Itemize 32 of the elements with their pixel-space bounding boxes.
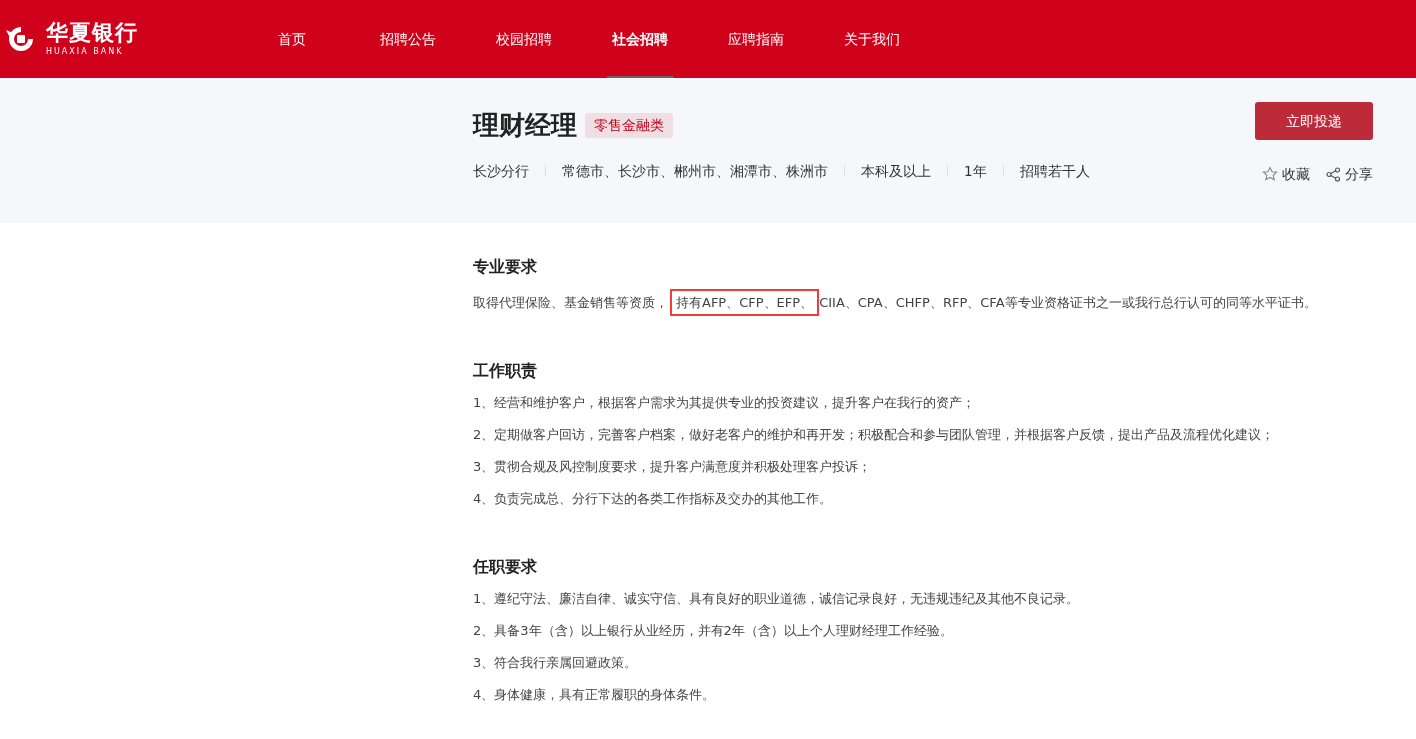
list-item: 1、遵纪守法、廉洁自律、诚实守信、具有良好的职业道德，诚信记录良好，无违规违纪及其他不良记录。 <box>473 590 1081 608</box>
list-item: 4、身体健康，具有正常履职的身体条件。 <box>473 686 717 704</box>
logo-text: 华夏银行 <box>46 22 138 44</box>
apply-button[interactable]: 立即投递 <box>1255 102 1373 140</box>
nav-tab[interactable]: 应聘指南 <box>698 0 814 78</box>
list-item: 1、经营和维护客户，根据客户需求为其提供专业的投资建议，提升客户在我行的资产； <box>473 394 977 412</box>
category-tag: 零售金融类 <box>585 113 673 138</box>
section-heading: 专业要求 <box>473 256 538 278</box>
star-icon <box>1262 166 1278 183</box>
share-icon <box>1326 166 1341 182</box>
section-heading: 工作职责 <box>473 360 538 382</box>
nav-tab[interactable]: 招聘公告 <box>350 0 466 78</box>
list-item: 3、贯彻合规及风控制度要求，提升客户满意度并积极处理客户投诉； <box>473 458 873 476</box>
share-link[interactable]: 分享 <box>1326 164 1373 185</box>
job-meta: 招聘若干人 <box>1019 162 1090 181</box>
section-heading: 任职要求 <box>473 556 538 578</box>
job-title: 理财经理 <box>473 109 577 142</box>
nav-tab[interactable]: 首页 <box>234 0 350 78</box>
list-item: 4、负责完成总、分行下达的各类工作指标及交办的其他工作。 <box>473 490 834 508</box>
list-item: 3、符合我行亲属回避政策。 <box>473 654 639 672</box>
logo-subtitle: HUAXIA BANK <box>46 48 125 56</box>
paragraph: 取得代理保险、基金销售等资质， 持有AFP、CFP、EFP、 CIIA、CPA、CHFP、RFP、CFA等专业资格证书之一或我行总行认可的同等水平证书。 <box>473 287 1373 319</box>
list-item: 2、定期做客户回访，完善客户档案，做好老客户的维护和再开发；积极配合和参与团队管理，并根据客户反馈，提出产品及流程优化建议； <box>473 426 1276 444</box>
job-meta: 1年 <box>964 162 987 181</box>
job-meta: 本科及以上 <box>861 162 931 181</box>
nav-tab[interactable]: 社会招聘 <box>582 0 698 78</box>
nav-tab[interactable]: 校园招聘 <box>466 0 582 78</box>
favorite-link[interactable]: 收藏 <box>1262 164 1310 185</box>
job-meta: 长沙分行 <box>473 162 529 181</box>
list-item: 2、具备3年（含）以上银行从业经历，并有2年（含）以上个人理财经理工作经验。 <box>473 622 954 640</box>
nav-tab[interactable]: 关于我们 <box>814 0 930 78</box>
job-meta: 常德市、长沙市、郴州市、湘潭市、株洲市 <box>562 162 828 181</box>
